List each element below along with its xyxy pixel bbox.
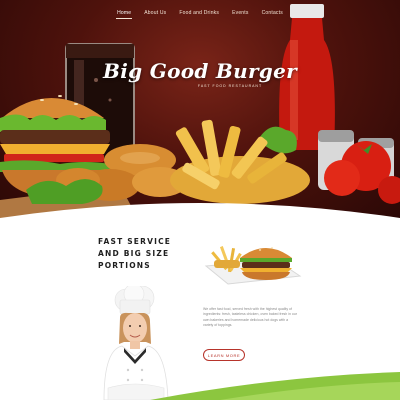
section-title-line: PORTIONS [98, 261, 151, 270]
chef-hat [114, 286, 155, 315]
section-title-line: AND BIG SIZE [98, 249, 170, 258]
green-wave-decoration [150, 372, 400, 400]
nav-events[interactable]: Events [231, 9, 250, 19]
section-title: FAST SERVICE AND BIG SIZE PORTIONS [98, 236, 198, 272]
hero-food-illustration [0, 4, 400, 223]
learn-more-button[interactable]: LEARN MORE [203, 349, 245, 361]
hero-banner: Home About Us Food and Drinks Events Con… [0, 0, 400, 223]
nav-about-us[interactable]: About Us [143, 9, 167, 19]
nav-contacts[interactable]: Contacts [261, 9, 284, 19]
hero-wave-divider [0, 203, 400, 223]
nav-home[interactable]: Home [116, 9, 133, 19]
section-title-line: FAST SERVICE [98, 237, 172, 246]
nav-food-and-drinks[interactable]: Food and Drinks [178, 9, 220, 19]
burger-plate-image [204, 246, 302, 285]
burger-image [240, 247, 292, 280]
brand-title: Big Good Burger [103, 59, 297, 83]
chef-face [123, 313, 147, 343]
section-description: We offer fast food, served fresh with th… [203, 307, 297, 327]
main-nav: Home About Us Food and Drinks Events Con… [0, 9, 400, 19]
brand-block: Big Good Burger FAST FOOD RESTAURANT [0, 59, 400, 88]
brand-subtitle: FAST FOOD RESTAURANT [197, 84, 263, 88]
